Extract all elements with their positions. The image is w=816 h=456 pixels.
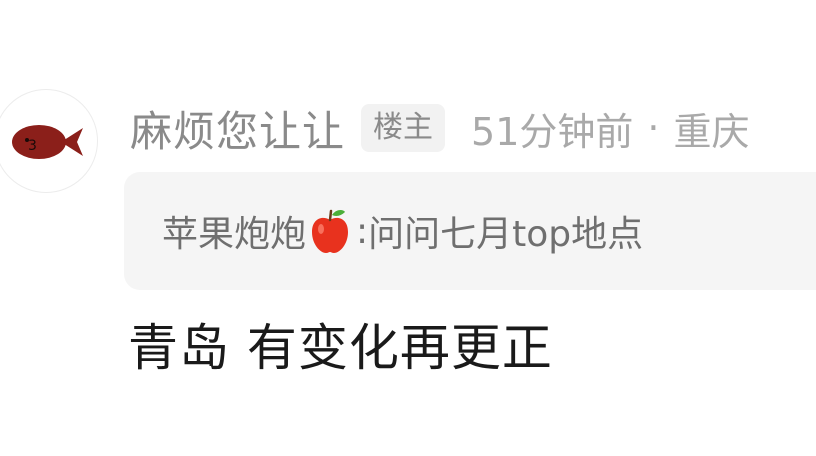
- fish-icon: 3: [12, 125, 83, 159]
- quote-author[interactable]: 苹果炮炮: [162, 205, 306, 257]
- location: 重庆: [673, 109, 750, 154]
- quote-text: 问问七月top地点: [368, 214, 644, 255]
- comment-body: 青岛 有变化再更正: [128, 319, 553, 377]
- comment-item: 3 麻烦您让让 楼主 51分钟前 · 重庆 苹果炮炮 : 问问七月top地点 青…: [0, 0, 816, 456]
- svg-text:3: 3: [28, 138, 37, 154]
- avatar[interactable]: 3: [0, 89, 98, 193]
- quoted-reply[interactable]: 苹果炮炮 : 问问七月top地点: [124, 172, 816, 290]
- apple-icon: [308, 207, 352, 255]
- quote-colon: :: [356, 210, 369, 252]
- separator-dot: ·: [647, 106, 660, 150]
- timestamp: 51分钟前: [471, 109, 634, 154]
- comment-meta: 麻烦您让让 楼主 51分钟前 · 重庆: [130, 100, 749, 156]
- username[interactable]: 麻烦您让让: [130, 98, 345, 159]
- op-badge: 楼主: [361, 104, 446, 152]
